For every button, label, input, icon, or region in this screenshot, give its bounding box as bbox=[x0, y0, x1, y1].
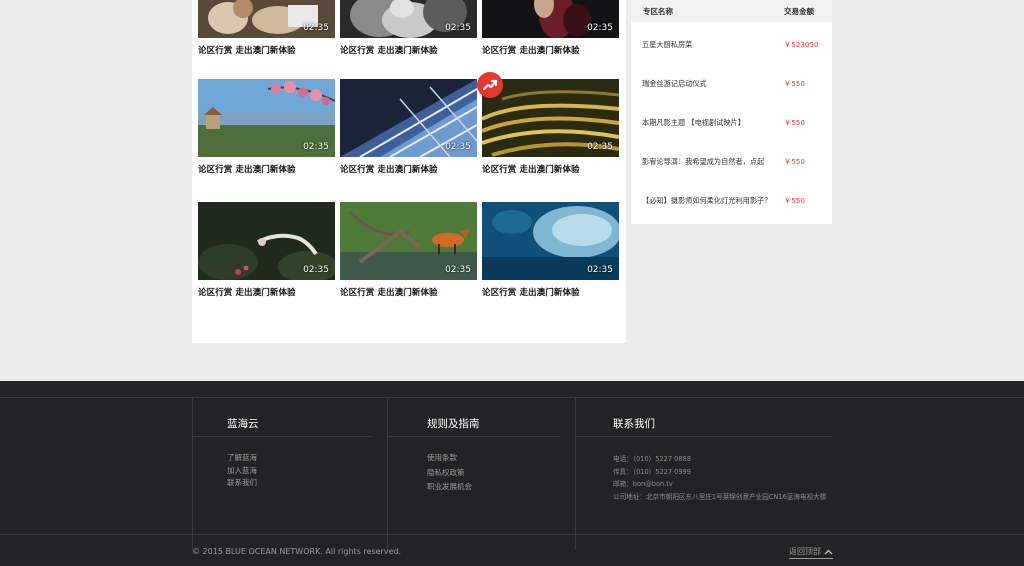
ranking-row-amount: ￥550 bbox=[784, 79, 805, 88]
video-thumbnail[interactable]: 02:35 bbox=[198, 79, 335, 157]
video-thumbnail[interactable]: 02:35 bbox=[198, 202, 335, 280]
video-card[interactable]: 02:35 论区行赏 走出澳门新体验 bbox=[198, 202, 335, 298]
chevron-up-icon bbox=[824, 549, 833, 554]
video-title[interactable]: 论区行赏 走出澳门新体验 bbox=[340, 44, 477, 56]
video-duration: 02:35 bbox=[303, 265, 329, 275]
video-title[interactable]: 论区行赏 走出澳门新体验 bbox=[482, 44, 619, 56]
footer-heading-line bbox=[575, 436, 832, 437]
footer-divider bbox=[0, 397, 1024, 398]
ranking-row-amount: ￥550 bbox=[784, 157, 805, 166]
video-card[interactable]: 02:35 论区行赏 走出澳门新体验 bbox=[340, 0, 477, 56]
footer-link[interactable]: 加入蓝海 bbox=[227, 465, 257, 476]
video-duration: 02:35 bbox=[587, 142, 613, 152]
back-to-top-label: 返回顶部 bbox=[789, 547, 821, 556]
video-duration: 02:35 bbox=[587, 23, 613, 33]
video-thumbnail[interactable]: 02:35 bbox=[198, 0, 335, 38]
ranking-row[interactable]: 影宥论导演：我希望成为自然者，点起 ￥550 bbox=[631, 157, 832, 177]
back-to-top-link[interactable]: 返回顶部 bbox=[789, 546, 833, 559]
video-card[interactable]: 02:35 论区行赏 走出澳门新体验 bbox=[340, 79, 477, 175]
footer-heading-line bbox=[192, 436, 372, 437]
ranking-row[interactable]: 瑞金丝游记启动仪式 ￥550 bbox=[631, 79, 832, 99]
ranking-row[interactable]: 本期凡影主题 【电视剧试映片】 ￥550 bbox=[631, 118, 832, 138]
video-thumbnail[interactable]: 02:35 bbox=[340, 0, 477, 38]
footer-link[interactable]: 隐私权政策 bbox=[427, 467, 465, 478]
video-card[interactable]: 02:35 论区行赏 走出澳门新体验 bbox=[482, 202, 619, 298]
ranking-row-name[interactable]: 本期凡影主题 【电视剧试映片】 bbox=[642, 118, 745, 128]
video-card[interactable]: 02:35 论区行赏 走出澳门新体验 bbox=[198, 79, 335, 175]
ranking-row[interactable]: 五星大厨私房菜 ￥523050 bbox=[631, 40, 832, 60]
video-duration: 02:35 bbox=[303, 142, 329, 152]
ranking-row[interactable]: 【必知】摄影师如何柔化灯光利用影子？ ￥550 bbox=[631, 196, 832, 216]
footer-column-divider bbox=[387, 397, 388, 550]
copyright-text: © 2015 BLUE OCEAN NETWORK. All rights re… bbox=[192, 547, 402, 556]
ranking-row-name[interactable]: 影宥论导演：我希望成为自然者，点起 bbox=[642, 157, 764, 167]
video-card[interactable]: 02:35 论区行赏 走出澳门新体验 bbox=[482, 79, 619, 175]
video-thumbnail[interactable]: 02:35 bbox=[482, 202, 619, 280]
column-header-amount: 交易金额 bbox=[784, 6, 814, 16]
ranking-row-amount: ￥523050 bbox=[784, 40, 819, 49]
video-title[interactable]: 论区行赏 走出澳门新体验 bbox=[340, 286, 477, 298]
video-card[interactable]: 02:35 论区行赏 走出澳门新体验 bbox=[482, 0, 619, 56]
video-panel: 02:35 论区行赏 走出澳门新体验 02:35 论区行赏 走出澳门新体验 02… bbox=[192, 0, 626, 343]
ranking-row-name[interactable]: 【必知】摄影师如何柔化灯光利用影子？ bbox=[642, 196, 771, 206]
video-thumbnail[interactable]: 02:35 bbox=[482, 79, 619, 157]
video-duration: 02:35 bbox=[303, 23, 329, 33]
footer-heading-contact: 联系我们 bbox=[613, 418, 655, 430]
video-duration: 02:35 bbox=[445, 265, 471, 275]
contact-fax: 传真：（010）5227 0999 bbox=[613, 468, 691, 476]
footer-link[interactable]: 联系我们 bbox=[227, 477, 257, 488]
footer-heading-about: 蓝海云 bbox=[227, 418, 259, 430]
trending-up-icon bbox=[477, 72, 503, 98]
footer-link[interactable]: 职业发展机会 bbox=[427, 481, 472, 492]
contact-email[interactable]: 邮箱：bon@bon.tv bbox=[613, 478, 673, 488]
ranking-row-name[interactable]: 五星大厨私房菜 bbox=[642, 40, 692, 50]
footer-column-divider bbox=[192, 397, 193, 550]
contact-address: 公司地址：北京市朝阳区东八里庄1号莱锦创意产业园CN16蓝海电视大楼 bbox=[613, 493, 827, 501]
video-title[interactable]: 论区行赏 走出澳门新体验 bbox=[340, 163, 477, 175]
ranking-header: 专区名称 交易金额 bbox=[631, 0, 832, 22]
video-thumbnail[interactable]: 02:35 bbox=[482, 0, 619, 38]
video-title[interactable]: 论区行赏 走出澳门新体验 bbox=[482, 163, 619, 175]
video-duration: 02:35 bbox=[587, 265, 613, 275]
video-title[interactable]: 论区行赏 走出澳门新体验 bbox=[198, 44, 335, 56]
ranking-row-name[interactable]: 瑞金丝游记启动仪式 bbox=[642, 79, 707, 89]
footer-column-divider bbox=[575, 397, 576, 550]
footer-heading-rules: 规则及指南 bbox=[427, 418, 480, 430]
footer-link[interactable]: 了解蓝海 bbox=[227, 452, 257, 463]
video-duration: 02:35 bbox=[445, 23, 471, 33]
video-card[interactable]: 02:35 论区行赏 走出澳门新体验 bbox=[198, 0, 335, 56]
video-title[interactable]: 论区行赏 走出澳门新体验 bbox=[198, 286, 335, 298]
contact-phone: 电话：（010）5227 0888 bbox=[613, 455, 691, 463]
footer-bottom-divider bbox=[0, 534, 1024, 535]
video-title[interactable]: 论区行赏 走出澳门新体验 bbox=[482, 286, 619, 298]
video-title[interactable]: 论区行赏 走出澳门新体验 bbox=[198, 163, 335, 175]
video-card[interactable]: 02:35 论区行赏 走出澳门新体验 bbox=[340, 202, 477, 298]
video-duration: 02:35 bbox=[445, 142, 471, 152]
ranking-row-amount: ￥550 bbox=[784, 118, 805, 127]
column-header-name: 专区名称 bbox=[643, 6, 673, 16]
ranking-row-amount: ￥550 bbox=[784, 196, 805, 205]
video-thumbnail[interactable]: 02:35 bbox=[340, 202, 477, 280]
site-footer: 蓝海云 了解蓝海 加入蓝海 联系我们 规则及指南 使用条款 隐私权政策 职业发展… bbox=[0, 381, 1024, 566]
video-thumbnail[interactable]: 02:35 bbox=[340, 79, 477, 157]
ranking-panel: 专区名称 交易金额 五星大厨私房菜 ￥523050 瑞金丝游记启动仪式 ￥550… bbox=[631, 0, 832, 224]
footer-link[interactable]: 使用条款 bbox=[427, 452, 457, 463]
footer-heading-line bbox=[387, 436, 560, 437]
